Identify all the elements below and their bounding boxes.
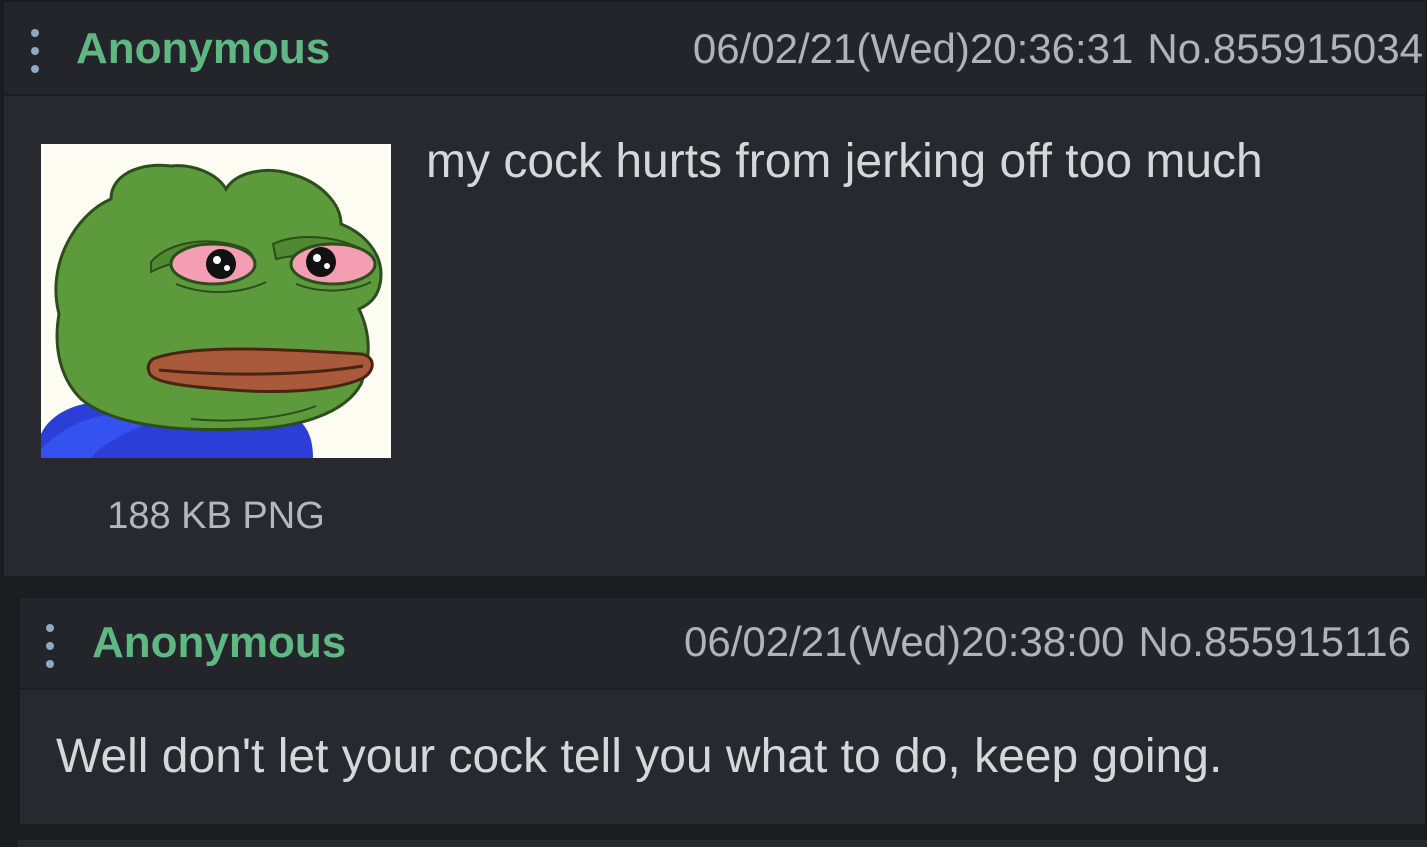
post-number[interactable]: No.855915034: [1147, 25, 1423, 72]
op-post: Anonymous 06/02/21(Wed)20:36:31 No.855915…: [2, 0, 1427, 578]
post-number[interactable]: No.855915116: [1139, 618, 1411, 665]
dot: [46, 624, 54, 632]
post-datetime: 06/02/21(Wed)20:36:31: [692, 25, 1134, 72]
dot: [46, 642, 54, 650]
post-datetime: 06/02/21(Wed)20:38:00: [683, 618, 1125, 665]
post-meta: 06/02/21(Wed)20:38:00 No.855915116: [684, 616, 1411, 668]
dot: [31, 65, 39, 73]
post-header: Anonymous 06/02/21(Wed)20:38:00 No.855915…: [20, 598, 1425, 690]
post-image-thumbnail[interactable]: [41, 144, 391, 458]
dot: [31, 29, 39, 37]
post-comment: Well don't let your cock tell you what t…: [56, 730, 1223, 783]
dot: [31, 47, 39, 55]
next-post-edge: [18, 838, 1427, 847]
dot: [46, 660, 54, 668]
post-meta: 06/02/21(Wed)20:36:31 No.855915034: [693, 23, 1423, 75]
post-menu-icon[interactable]: [45, 624, 55, 668]
post-menu-icon[interactable]: [30, 29, 40, 73]
sad-frog-image: [41, 144, 391, 458]
poster-name: Anonymous: [76, 24, 331, 73]
file-info[interactable]: 188 KB PNG: [41, 492, 391, 540]
post-comment: my cock hurts from jerking off too much: [426, 135, 1263, 188]
post-header: Anonymous 06/02/21(Wed)20:36:31 No.855915…: [4, 2, 1425, 96]
poster-name: Anonymous: [92, 618, 347, 667]
reply-post: Anonymous 06/02/21(Wed)20:38:00 No.855915…: [18, 596, 1427, 826]
